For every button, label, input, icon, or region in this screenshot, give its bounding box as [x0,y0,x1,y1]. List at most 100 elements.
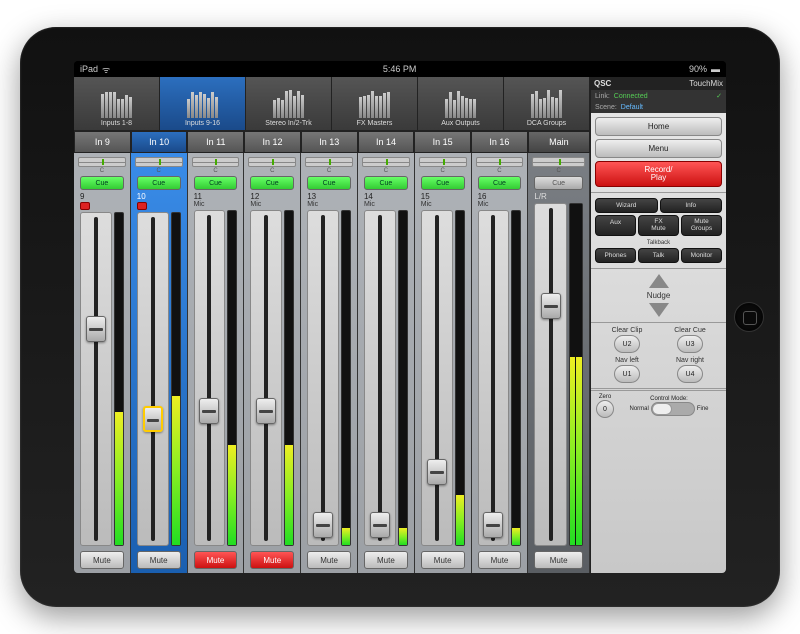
pan-indicator[interactable] [362,157,410,167]
phones-button[interactable]: Phones [595,248,636,263]
main-tab[interactable]: Main [528,131,590,153]
cue-button[interactable]: Cue [250,176,294,190]
fader-track[interactable] [364,210,396,546]
channel-tab[interactable]: In 14 [358,131,415,153]
cue-button[interactable]: Cue [478,176,522,190]
fader-cap[interactable] [427,459,447,485]
level-meter [284,210,294,546]
fader-cap[interactable] [86,316,106,342]
nav-strip[interactable]: Aux Outputs [418,77,504,130]
channel-tab[interactable]: In 13 [301,131,358,153]
nav-strip[interactable]: Inputs 9-16 [160,77,246,130]
pan-indicator[interactable] [135,157,183,167]
fader-cap[interactable] [143,406,163,432]
pan-center-label: C [78,168,126,174]
control-mode-toggle[interactable] [651,402,695,416]
battery-pct: 90% [689,64,707,74]
mute-button[interactable]: Mute [80,551,124,569]
pan-indicator[interactable] [78,157,126,167]
cue-button[interactable]: Cue [534,176,583,190]
level-meter [511,210,521,546]
pan-indicator[interactable] [305,157,353,167]
fader-track[interactable] [421,210,453,546]
pan-indicator[interactable] [419,157,467,167]
nudge-down-button[interactable] [649,303,669,317]
fader-cap[interactable] [483,512,503,538]
channel-tab[interactable]: In 9 [74,131,131,153]
channel-number: 15 [419,192,467,201]
zero-button[interactable]: 0 [596,400,614,418]
channel-tab[interactable]: In 11 [187,131,244,153]
fx-mute-button[interactable]: FX Mute [638,215,679,236]
mute-button[interactable]: Mute [534,551,583,569]
nav-strip[interactable]: DCA Groups [504,77,590,130]
home-button[interactable]: Home [595,117,722,136]
mute-button[interactable]: Mute [194,551,238,569]
fader-track[interactable] [137,212,169,546]
cue-button[interactable]: Cue [137,176,181,190]
channel-number: L/R [532,192,585,201]
channel-number: 13 [305,192,353,201]
clear-clip-label: Clear Clip [597,327,657,334]
menu-button[interactable]: Menu [595,139,722,158]
pan-indicator[interactable] [476,157,524,167]
u3-button[interactable]: U3 [677,335,703,353]
channel-tabs: In 9In 10In 11In 12In 13In 14In 15In 16M… [74,131,590,153]
fader-track[interactable] [194,210,226,546]
fader-cap[interactable] [313,512,333,538]
sidebar: QSC TouchMix Link: Connected ✓ Scene: De… [590,77,726,573]
cue-button[interactable]: Cue [80,176,124,190]
fader-zone [476,208,524,548]
info-button[interactable]: Info [660,198,723,213]
cue-button[interactable]: Cue [364,176,408,190]
fader-zone [362,208,410,548]
nav-strip-label: Stereo In/2-Trk [265,120,311,127]
fader-track[interactable] [534,203,567,546]
monitor-button[interactable]: Monitor [681,248,722,263]
u4-button[interactable]: U4 [677,365,703,383]
channel-tab[interactable]: In 12 [244,131,301,153]
channel-strip: CCue11MicMute [188,153,245,573]
pan-indicator[interactable] [532,157,585,167]
fader-cap[interactable] [370,512,390,538]
aux-button[interactable]: Aux [595,215,636,236]
mute-button[interactable]: Mute [421,551,465,569]
pan-center-label: C [532,168,585,174]
fader-cap[interactable] [199,398,219,424]
mute-button[interactable]: Mute [137,551,181,569]
pan-indicator[interactable] [192,157,240,167]
cue-button[interactable]: Cue [421,176,465,190]
fader-cap[interactable] [256,398,276,424]
mute-groups-button[interactable]: Mute Groups [681,215,722,236]
cue-button[interactable]: Cue [194,176,238,190]
nav-strip[interactable]: FX Masters [332,77,418,130]
mute-button[interactable]: Mute [478,551,522,569]
nav-strip[interactable]: Inputs 1-8 [74,77,160,130]
fader-track[interactable] [307,210,339,546]
ipad-home-button[interactable] [734,302,764,332]
fader-track[interactable] [80,212,112,546]
mute-button[interactable]: Mute [307,551,351,569]
channel-tab[interactable]: In 16 [471,131,528,153]
pan-indicator[interactable] [248,157,296,167]
fader-zone [419,208,467,548]
channel-number: 11 [192,192,240,201]
mute-button[interactable]: Mute [250,551,294,569]
nudge-up-button[interactable] [649,274,669,288]
wizard-button[interactable]: Wizard [595,198,658,213]
fader-track[interactable] [250,210,282,546]
record-play-button[interactable]: Record/ Play [595,161,722,187]
channel-tab[interactable]: In 15 [414,131,471,153]
channel-tab[interactable]: In 10 [131,131,188,153]
talk-button[interactable]: Talk [638,248,679,263]
mute-button[interactable]: Mute [364,551,408,569]
fader-track[interactable] [478,210,510,546]
brand-logo: QSC [594,79,611,88]
normal-label: Normal [629,406,648,412]
fader-zone [305,208,353,548]
fader-cap[interactable] [541,293,561,319]
cue-button[interactable]: Cue [307,176,351,190]
u1-button[interactable]: U1 [614,365,640,383]
u2-button[interactable]: U2 [614,335,640,353]
nav-strip[interactable]: Stereo In/2-Trk [246,77,332,130]
